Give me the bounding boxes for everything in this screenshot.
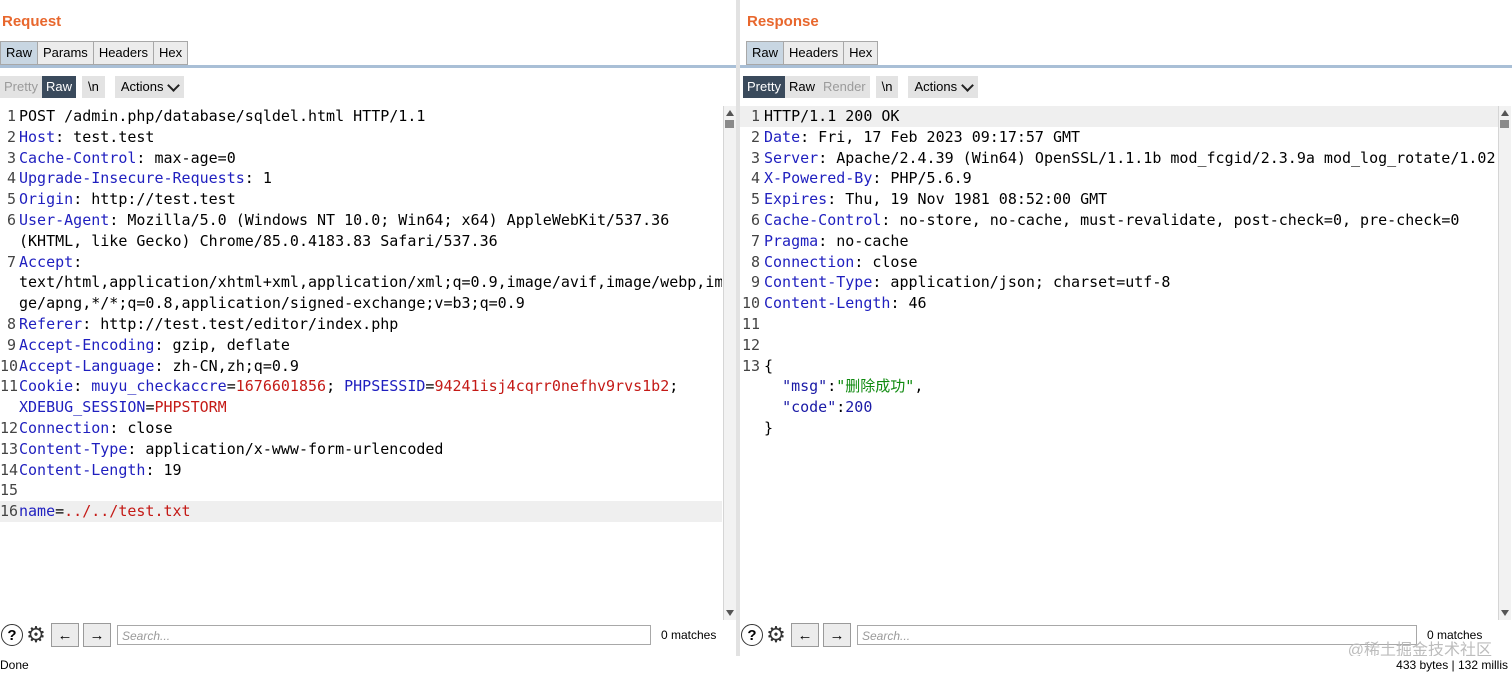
request-raw-button[interactable]: Raw (41, 76, 76, 98)
code-line: XDEBUG_SESSION=PHPSTORM (19, 398, 227, 417)
code-line: 13{ (741, 356, 774, 375)
request-title: Request (2, 13, 62, 30)
request-tab-params[interactable]: Params (37, 41, 94, 65)
code-line: "code":200 (782, 398, 873, 417)
response-render-button[interactable]: Render (818, 76, 870, 98)
response-title: Response (747, 13, 819, 30)
response-search-input[interactable]: Search... (857, 625, 1417, 645)
code-line: "msg":"删除成功", (782, 377, 924, 396)
search-prev-button[interactable]: ← (51, 623, 79, 647)
request-search-input[interactable]: Search... (117, 625, 651, 645)
code-line: 1 POST /admin.php/database/sqldel.html HT… (6, 107, 426, 125)
response-toolbar: Pretty Raw Render \n Actions (743, 75, 979, 99)
code-line: 9 Accept-Encoding: gzip, deflate (6, 335, 290, 354)
request-actions-menu[interactable]: Actions (114, 76, 185, 98)
code-line: 14 Content-Length: 19 (0, 460, 182, 479)
code-line: 5 Origin: http://test.test (6, 190, 236, 209)
code-line: 12 (741, 335, 760, 354)
tab-underline (0, 65, 736, 68)
request-tab-hex[interactable]: Hex (152, 41, 189, 65)
request-search-bar: ? ⚙ ← → Search... 0 matches (0, 622, 736, 648)
response-vertical-scrollbar[interactable] (1498, 106, 1511, 620)
code-line: 7 Pragma: no-cache (750, 231, 909, 250)
request-actions-label: Actions (120, 79, 164, 94)
code-line: 2 Date: Fri, 17 Feb 2023 09:17:57 GMT (750, 127, 1081, 146)
response-pretty-button[interactable]: Pretty (743, 76, 785, 98)
code-line: (KHTML, like Gecko) Chrome/85.0.4183.83 … (19, 231, 498, 250)
code-line: 13 Content-Type: application/x-www-form-u… (0, 439, 444, 458)
search-next-button[interactable]: → (823, 623, 851, 647)
request-vertical-scrollbar[interactable] (723, 106, 736, 620)
tab-underline (740, 65, 1512, 68)
response-stats: 433 bytes | 132 millis (1396, 658, 1508, 672)
help-icon[interactable]: ? (1, 624, 23, 646)
code-line: 11 Cookie: muyu_checkaccre=1676601856; PH… (0, 377, 679, 396)
request-editor[interactable]: 1 POST /admin.php/database/sqldel.html HT… (0, 106, 722, 620)
response-tab-raw[interactable]: Raw (746, 41, 785, 65)
help-icon[interactable]: ? (741, 624, 763, 646)
code-line: 2 Host: test.test (6, 127, 155, 146)
code-line: 9 Content-Type: application/json; charset… (750, 273, 1171, 292)
response-actions-menu[interactable]: Actions (908, 76, 979, 98)
code-line: 6 User-Agent: Mozilla/5.0 (Windows NT 10.… (6, 210, 670, 229)
arrow-right-icon: → (829, 626, 845, 644)
response-editor[interactable]: 1 HTTP/1.1 200 OK 2 Date: Fri, 17 Feb 2023… (740, 106, 1500, 620)
scroll-up-icon[interactable] (1501, 110, 1509, 116)
response-pane: Response Raw Headers Hex Pretty Raw Rend… (740, 0, 1512, 656)
code-line: 4 Upgrade-Insecure-Requests: 1 (6, 169, 272, 188)
chevron-down-icon (961, 78, 974, 92)
search-next-button[interactable]: → (83, 623, 111, 647)
code-line: 10 Accept-Language: zh-CN,zh;q=0.9 (0, 356, 299, 375)
request-match-count: 0 matches (661, 628, 717, 642)
gear-icon[interactable]: ⚙ (765, 622, 787, 647)
code-line: 3 Cache-Control: max-age=0 (6, 148, 236, 167)
request-tab-headers[interactable]: Headers (92, 41, 154, 65)
code-line: } (764, 418, 774, 437)
response-tab-headers[interactable]: Headers (783, 41, 845, 65)
scroll-down-icon[interactable] (1501, 610, 1509, 616)
request-tabs: Raw Params Headers Hex (0, 41, 189, 65)
code-line: 1 HTTP/1.1 200 OK (740, 106, 1500, 127)
code-line: 5 Expires: Thu, 19 Nov 1981 08:52:00 GMT (750, 190, 1108, 209)
response-raw-button[interactable]: Raw (784, 76, 819, 98)
code-line: 8 Connection: close (750, 252, 918, 271)
code-line: 11 (741, 314, 760, 333)
request-newline-toggle[interactable]: \n (81, 76, 105, 98)
request-pretty-button[interactable]: Pretty (0, 76, 42, 98)
code-line: 7 Accept: (6, 252, 83, 271)
scroll-up-icon[interactable] (726, 110, 734, 116)
chevron-down-icon (167, 78, 181, 92)
code-line: 15 (0, 481, 19, 500)
response-tabs: Raw Headers Hex (746, 41, 879, 65)
status-text: Done (0, 658, 29, 672)
request-toolbar: Pretty Raw \n Actions (0, 75, 185, 99)
scroll-thumb[interactable] (725, 120, 734, 128)
code-line: text/html,application/xhtml+xml,applicat… (19, 273, 722, 292)
code-line: 10 Content-Length: 46 (741, 294, 927, 313)
code-line: 16 name=../../test.txt (0, 501, 722, 522)
scroll-thumb[interactable] (1500, 120, 1509, 128)
code-line: 6 Cache-Control: no-store, no-cache, must… (750, 210, 1460, 229)
code-line: 3 Server: Apache/2.4.39 (Win64) OpenSSL/1… (750, 148, 1496, 167)
request-pane: Request Raw Params Headers Hex Pretty Ra… (0, 0, 736, 656)
search-prev-button[interactable]: ← (791, 623, 819, 647)
code-line: 12 Connection: close (0, 418, 173, 437)
code-line: ge/apng,*/*;q=0.8,application/signed-exc… (19, 294, 525, 313)
arrow-left-icon: ← (57, 626, 73, 644)
code-line: 8 Referer: http://test.test/editor/index.… (6, 314, 399, 333)
code-line: 4 X-Powered-By: PHP/5.6.9 (750, 169, 972, 188)
response-newline-toggle[interactable]: \n (875, 76, 899, 98)
request-tab-raw[interactable]: Raw (0, 41, 39, 65)
status-bar: Done 433 bytes | 132 millis (0, 656, 1512, 676)
response-tab-hex[interactable]: Hex (843, 41, 879, 65)
response-actions-label: Actions (914, 79, 958, 94)
scroll-down-icon[interactable] (726, 610, 734, 616)
arrow-left-icon: ← (797, 626, 813, 644)
arrow-right-icon: → (89, 626, 105, 644)
gear-icon[interactable]: ⚙ (25, 622, 47, 647)
